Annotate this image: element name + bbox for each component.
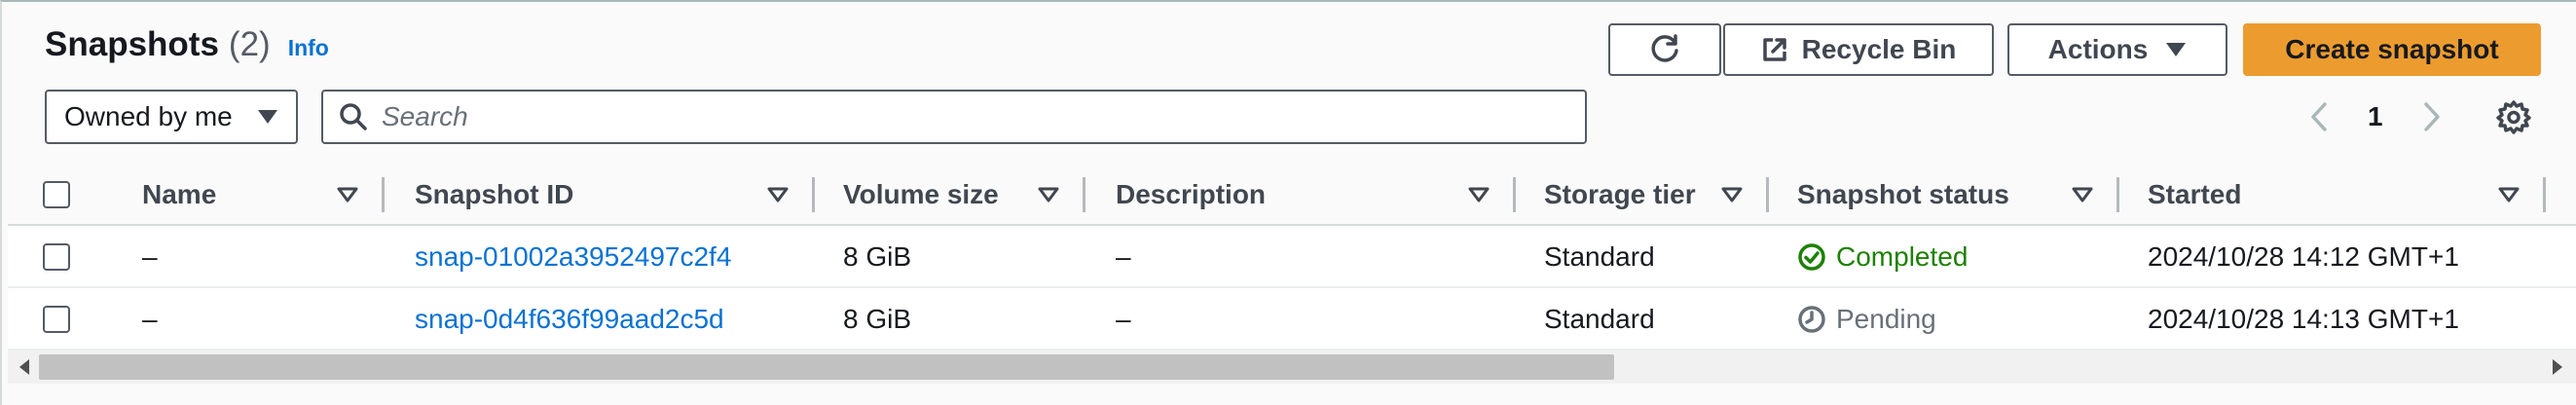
cell-name: – — [142, 304, 158, 334]
recycle-bin-label: Recycle Bin — [1801, 34, 1957, 64]
column-resizer[interactable] — [1766, 177, 1769, 212]
preferences-button[interactable] — [2496, 92, 2531, 142]
column-resizer[interactable] — [812, 177, 815, 212]
snapshot-id-link[interactable]: snap-0d4f636f99aad2c5d — [415, 288, 724, 350]
sort-icon[interactable] — [1038, 164, 1059, 226]
check-circle-icon — [1798, 243, 1825, 271]
table-row[interactable]: – snap-0d4f636f99aad2c5d 8 GiB – Standar… — [8, 288, 2576, 350]
row-checkbox[interactable] — [43, 243, 70, 271]
gear-icon — [2496, 100, 2531, 134]
sort-icon[interactable] — [1468, 164, 1490, 226]
sort-icon[interactable] — [337, 164, 358, 226]
owner-filter-value: Owned by me — [64, 101, 233, 131]
cell-started: 2024/10/28 14:13 GMT+1 — [2148, 304, 2459, 334]
refresh-icon — [1651, 34, 1678, 62]
snapshot-count: (2) — [228, 25, 271, 63]
actions-label: Actions — [2047, 34, 2149, 64]
recycle-bin-button[interactable]: Recycle Bin — [1723, 23, 1994, 76]
chevron-right-icon — [2424, 102, 2440, 131]
search-field[interactable] — [321, 90, 1587, 144]
actions-dropdown-button[interactable]: Actions — [2007, 23, 2227, 76]
scroll-left-arrow[interactable] — [18, 358, 31, 381]
horizontal-scrollbar[interactable] — [8, 350, 2576, 384]
scrollbar-thumb[interactable] — [39, 354, 1614, 380]
select-all-checkbox[interactable] — [43, 181, 70, 208]
cell-storage-tier: Standard — [1544, 304, 1655, 334]
row-checkbox[interactable] — [43, 306, 70, 333]
scroll-right-arrow[interactable] — [2551, 358, 2564, 381]
sort-icon[interactable] — [2498, 164, 2520, 226]
cell-volume-size: 8 GiB — [843, 304, 912, 334]
column-header-description[interactable]: Description — [1116, 164, 1266, 226]
status-text: Completed — [1836, 241, 1969, 272]
table-row[interactable]: – snap-01002a3952497c2f4 8 GiB – Standar… — [8, 226, 2576, 288]
column-resizer[interactable] — [1083, 177, 1086, 212]
caret-down-icon — [258, 110, 277, 124]
chevron-left-icon — [2311, 102, 2327, 131]
column-resizer[interactable] — [2116, 177, 2119, 212]
snapshots-panel: Snapshots (2) Info Recycle Bin Actions C… — [8, 2, 2576, 405]
status-badge: Completed — [1797, 226, 1968, 288]
table-header: Name Snapshot ID Volume size Description… — [8, 164, 2576, 226]
next-page-button[interactable] — [2422, 92, 2442, 142]
cell-started: 2024/10/28 14:12 GMT+1 — [2148, 241, 2459, 272]
status-text: Pending — [1836, 304, 1936, 334]
owner-filter-select[interactable]: Owned by me — [45, 90, 298, 144]
current-page-number[interactable]: 1 — [2368, 92, 2383, 142]
snapshot-id-link[interactable]: snap-01002a3952497c2f4 — [415, 226, 731, 288]
cell-description: – — [1116, 241, 1131, 272]
status-badge: Pending — [1797, 288, 1936, 350]
column-resizer[interactable] — [1513, 177, 1516, 212]
search-input[interactable] — [382, 101, 1550, 132]
cell-storage-tier: Standard — [1544, 241, 1655, 272]
clock-icon — [1798, 306, 1825, 333]
snapshots-frame: Snapshots (2) Info Recycle Bin Actions C… — [0, 0, 2576, 405]
search-icon — [340, 103, 367, 130]
sort-icon[interactable] — [1721, 164, 1743, 226]
external-link-icon — [1762, 38, 1786, 61]
sort-icon[interactable] — [767, 164, 789, 226]
cell-volume-size: 8 GiB — [843, 241, 912, 272]
create-snapshot-button[interactable]: Create snapshot — [2243, 23, 2541, 76]
column-header-started[interactable]: Started — [2148, 164, 2241, 226]
column-header-name[interactable]: Name — [142, 164, 216, 226]
refresh-button[interactable] — [1608, 23, 1721, 76]
previous-page-button[interactable] — [2309, 92, 2329, 142]
page-title: Snapshots — [45, 25, 219, 63]
cell-description: – — [1116, 304, 1131, 334]
sort-icon[interactable] — [2072, 164, 2093, 226]
column-header-snapshot-status[interactable]: Snapshot status — [1797, 164, 2009, 226]
cell-name: – — [142, 241, 158, 272]
page-header: Snapshots (2) Info — [45, 25, 329, 74]
caret-down-icon — [2166, 43, 2187, 56]
column-resizer[interactable] — [2543, 177, 2546, 212]
column-header-storage-tier[interactable]: Storage tier — [1544, 164, 1696, 226]
column-header-snapshot-id[interactable]: Snapshot ID — [415, 164, 573, 226]
column-resizer[interactable] — [382, 177, 385, 212]
info-link[interactable]: Info — [288, 35, 329, 61]
column-header-volume-size[interactable]: Volume size — [843, 164, 999, 226]
